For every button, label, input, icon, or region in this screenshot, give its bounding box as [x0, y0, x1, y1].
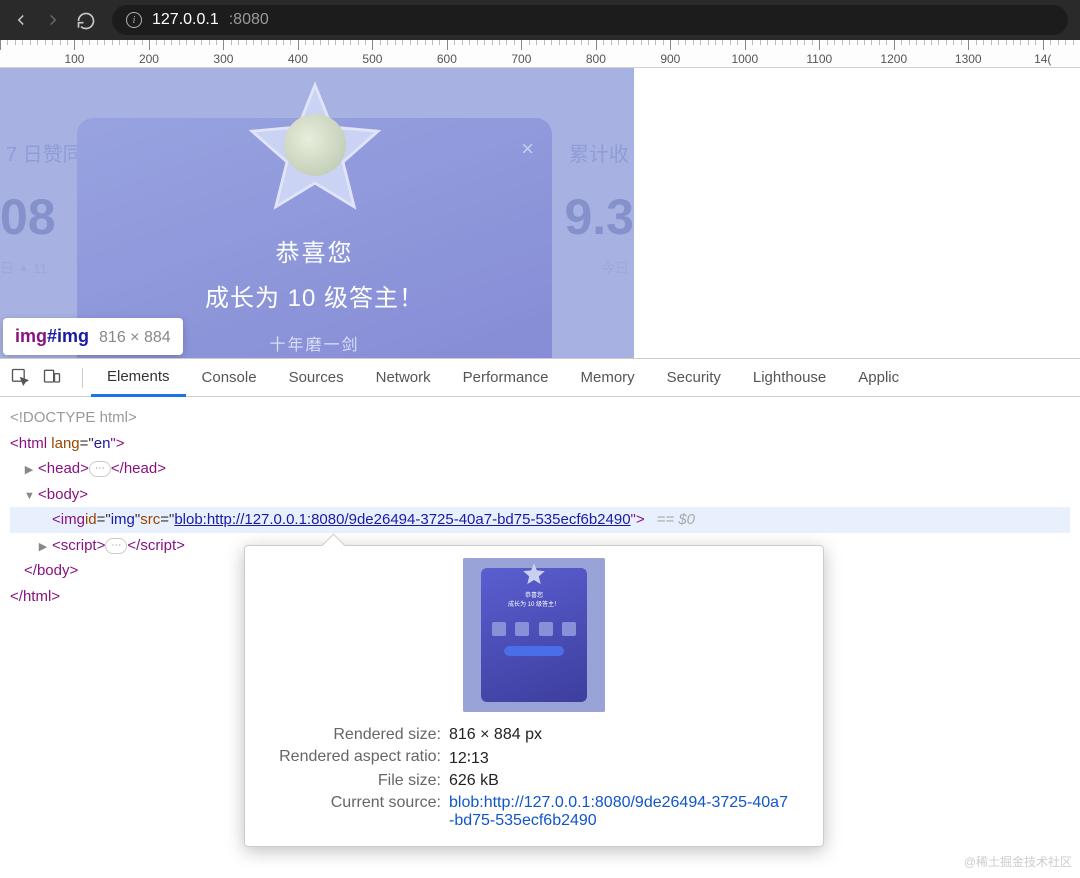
- tab-security[interactable]: Security: [651, 359, 737, 397]
- url-bar[interactable]: i 127.0.0.1 :8080: [112, 5, 1068, 35]
- ruler-label: 300: [213, 52, 233, 66]
- url-host: 127.0.0.1: [152, 11, 219, 29]
- close-icon[interactable]: ×: [521, 136, 534, 162]
- eq-zero: == $0: [657, 507, 695, 533]
- hover-dimensions: 816 × 884: [99, 329, 171, 347]
- stat-left-today: 日 ▲ 11: [0, 258, 47, 278]
- ruler-label: 800: [586, 52, 606, 66]
- avatar: [284, 114, 346, 176]
- image-preview-popover: 恭喜您 成长为 10 级答主！ Rendered size:816 × 884 …: [244, 545, 824, 847]
- tab-lighthouse[interactable]: Lighthouse: [737, 359, 842, 397]
- collapse-icon[interactable]: ▼: [24, 487, 34, 506]
- tab-console[interactable]: Console: [186, 359, 273, 397]
- tab-performance[interactable]: Performance: [447, 359, 565, 397]
- element-hover-badge: img#img 816 × 884: [3, 318, 183, 355]
- back-button[interactable]: [12, 11, 30, 29]
- ruler-label: 900: [660, 52, 680, 66]
- ruler-label: 500: [362, 52, 382, 66]
- dom-body-open[interactable]: ▼<body>: [10, 482, 1070, 508]
- rendered-size-label: Rendered size:: [257, 726, 449, 744]
- devtools-panel: Elements Console Sources Network Perform…: [0, 358, 1080, 878]
- devtools-tabs: Elements Console Sources Network Perform…: [0, 359, 1080, 397]
- forward-button[interactable]: [44, 11, 62, 29]
- rendered-size-value: 816 × 884 px: [449, 726, 542, 744]
- current-source-label: Current source:: [257, 794, 449, 830]
- page-viewport: 7 日赞同 08 日 ▲ 11 累计收 9.3 今日 × 恭喜您 成长为 10 …: [0, 68, 634, 358]
- ellipsis-icon[interactable]: ⋯: [105, 538, 127, 554]
- tab-network[interactable]: Network: [360, 359, 447, 397]
- star-badge: [245, 78, 385, 218]
- modal-subtitle: 成长为 10 级答主！: [77, 278, 552, 313]
- up-arrow-icon: ▲: [18, 262, 29, 274]
- file-size-value: 626 kB: [449, 772, 499, 790]
- tab-elements[interactable]: Elements: [91, 359, 186, 397]
- info-icon[interactable]: i: [126, 12, 142, 28]
- ruler-label: 400: [288, 52, 308, 66]
- dom-doctype[interactable]: <!DOCTYPE html>: [10, 405, 1070, 431]
- watermark: @稀土掘金技术社区: [964, 853, 1072, 870]
- url-port: :8080: [229, 11, 269, 29]
- ruler-label: 100: [64, 52, 84, 66]
- dom-img-selected[interactable]: <img id="img" src="blob:http://127.0.0.1…: [10, 507, 1070, 533]
- ruler: 100 200 300 400 500 600 700 800 900 1000 1100 1200 1…: [0, 40, 1080, 68]
- ruler-label: 200: [139, 52, 159, 66]
- file-size-label: File size:: [257, 772, 449, 790]
- stat-left-today-value: 11: [33, 260, 48, 276]
- tab-application[interactable]: Applic: [842, 359, 915, 397]
- stat-right-number: 9.3: [564, 188, 634, 246]
- dom-html-open[interactable]: <html lang="en">: [10, 431, 1070, 457]
- stat-left-today-prefix: 日: [0, 258, 14, 278]
- aspect-ratio-value: 12∶13: [449, 748, 489, 768]
- ruler-label: 1300: [955, 52, 982, 66]
- expand-icon[interactable]: ▶: [24, 461, 34, 480]
- dom-head[interactable]: ▶<head>⋯</head>: [10, 456, 1070, 482]
- hover-id: #img: [47, 326, 89, 346]
- page-right-blank: [634, 68, 1080, 358]
- nav-arrows: [12, 11, 94, 29]
- current-source-link[interactable]: blob:http://127.0.0.1:8080/9de26494-3725…: [449, 794, 789, 830]
- preview-thumbnail: 恭喜您 成长为 10 级答主！: [463, 558, 605, 712]
- aspect-ratio-label: Rendered aspect ratio:: [257, 748, 449, 768]
- modal-title: 恭喜您: [77, 233, 552, 268]
- expand-icon[interactable]: ▶: [38, 538, 48, 557]
- stat-right-today: 今日: [601, 258, 629, 278]
- stat-left-label: 7 日赞同: [6, 138, 83, 167]
- inspect-icon[interactable]: [10, 367, 32, 389]
- ruler-label: 1100: [806, 52, 832, 66]
- stat-right-label: 累计收: [569, 138, 629, 167]
- tab-sources[interactable]: Sources: [273, 359, 360, 397]
- ruler-label: 1000: [731, 52, 758, 66]
- tab-memory[interactable]: Memory: [565, 359, 651, 397]
- device-toggle-icon[interactable]: [42, 367, 64, 389]
- ellipsis-icon[interactable]: ⋯: [89, 461, 111, 477]
- ruler-label: 1200: [880, 52, 907, 66]
- stat-left-number: 08: [0, 188, 56, 246]
- ruler-label: 700: [511, 52, 531, 66]
- ruler-label: 600: [437, 52, 457, 66]
- browser-toolbar: i 127.0.0.1 :8080: [0, 0, 1080, 40]
- img-src-link[interactable]: blob:http://127.0.0.1:8080/9de26494-3725…: [174, 507, 630, 533]
- hover-tag: img: [15, 326, 47, 346]
- reload-button[interactable]: [76, 11, 94, 29]
